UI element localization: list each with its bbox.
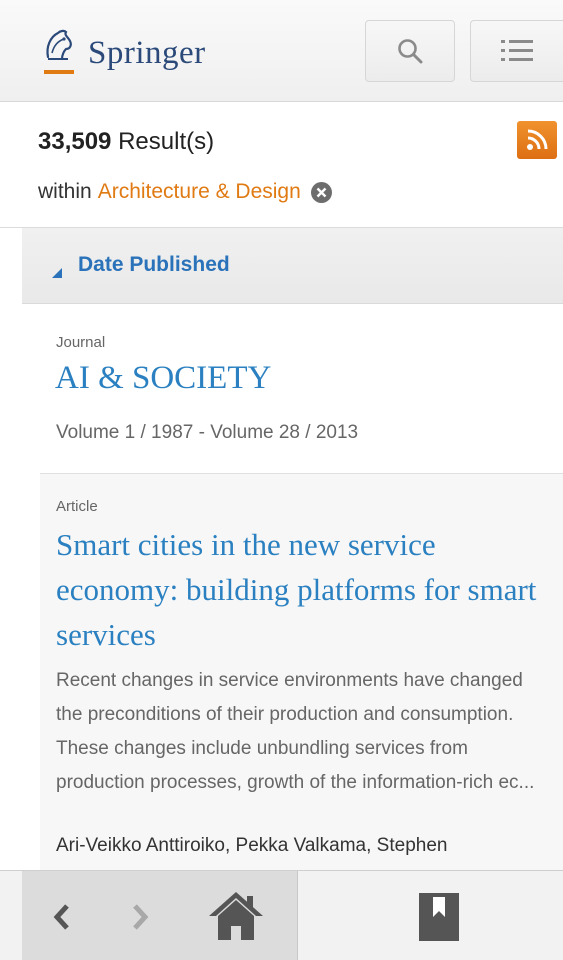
brand-name: Springer (88, 34, 206, 71)
sort-triangle-icon (52, 268, 62, 278)
home-button[interactable] (205, 885, 267, 947)
filter-line: within Architecture & Design (38, 180, 332, 204)
springer-horse-icon (40, 27, 78, 77)
springer-logo[interactable]: Springer (40, 24, 206, 80)
clear-filter-button[interactable] (310, 181, 332, 203)
chevron-right-icon (133, 904, 149, 930)
journal-title-link[interactable]: AI & SOCIETY (55, 360, 271, 397)
menu-list-icon (501, 40, 533, 61)
article-title-link[interactable]: Smart cities in the new service economy:… (56, 522, 556, 657)
search-icon (398, 39, 423, 64)
rss-icon (527, 129, 548, 150)
back-button[interactable] (42, 897, 82, 937)
result-count: 33,509 (38, 128, 112, 155)
article-snippet: Recent changes in service environments h… (56, 670, 535, 793)
result-type-label: Journal (56, 334, 106, 351)
result-type-label: Article (56, 498, 98, 515)
home-icon (209, 892, 263, 940)
navigation-group (22, 871, 298, 960)
article-authors: Ari-Veikko Anttiroiko, Pekka Valkama, St… (56, 835, 448, 856)
results-list: Journal AI & SOCIETY Volume 1 / 1987 - V… (22, 304, 563, 870)
forward-button[interactable] (120, 897, 160, 937)
list-item: Article Smart cities in the new service … (40, 474, 563, 870)
rss-button[interactable] (517, 121, 557, 159)
menu-button[interactable] (470, 20, 563, 82)
sort-label: Date Published (78, 253, 230, 276)
result-count-label: Result(s) (118, 128, 215, 155)
sort-toggle[interactable]: Date Published (22, 228, 563, 304)
result-count-line: 33,509 Result(s) (38, 128, 214, 156)
app-header: Springer (0, 0, 563, 102)
filter-discipline-link[interactable]: Architecture & Design (98, 180, 301, 204)
filter-prefix: within (38, 180, 92, 203)
bookmark-button[interactable] (414, 887, 464, 947)
search-button[interactable] (365, 20, 455, 82)
bookmark-icon (419, 893, 459, 941)
close-circle-icon (316, 187, 327, 197)
results-summary: 33,509 Result(s) within Architecture & D… (0, 102, 563, 228)
chevron-left-icon (53, 904, 69, 930)
journal-volume-range: Volume 1 / 1987 - Volume 28 / 2013 (56, 422, 359, 443)
browser-toolbar (0, 870, 563, 960)
